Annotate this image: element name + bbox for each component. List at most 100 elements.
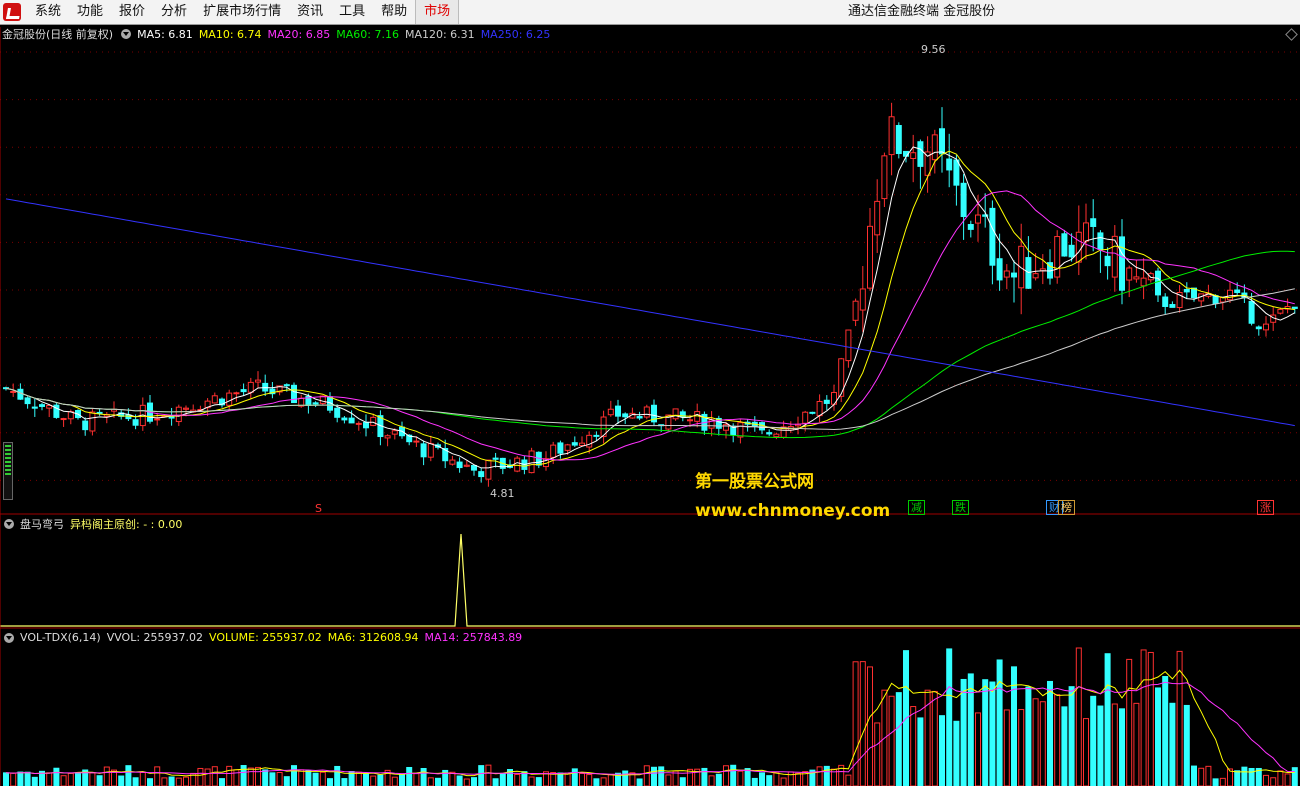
candle-body bbox=[737, 422, 744, 438]
ma-line-10 bbox=[5, 150, 1295, 467]
menu-item-extended-market[interactable]: 扩展市场行情 bbox=[195, 0, 289, 24]
volume-bar bbox=[1176, 650, 1183, 786]
volume-bar bbox=[1263, 774, 1269, 786]
menu-item-quote[interactable]: 报价 bbox=[111, 0, 153, 24]
volume-bar bbox=[1032, 698, 1039, 786]
candle-body bbox=[89, 411, 96, 432]
candle-body bbox=[39, 404, 45, 407]
volume-bar bbox=[759, 772, 765, 786]
candle-body bbox=[816, 401, 823, 417]
tag-reduce[interactable]: 减 bbox=[908, 500, 925, 515]
menu-item-news[interactable]: 资讯 bbox=[289, 0, 331, 24]
candle-body bbox=[823, 399, 830, 404]
volume-bar bbox=[1068, 686, 1075, 786]
candle-body bbox=[341, 417, 348, 421]
volume-bar bbox=[1291, 767, 1298, 786]
volume-bar bbox=[730, 764, 737, 786]
app-logo-icon[interactable] bbox=[3, 3, 21, 21]
candle-body bbox=[766, 432, 773, 435]
volume-bar bbox=[463, 778, 470, 786]
candle-body bbox=[1169, 304, 1176, 308]
candle-body bbox=[888, 116, 895, 156]
menu-item-tools[interactable]: 工具 bbox=[331, 0, 373, 24]
volume-bar bbox=[939, 715, 945, 786]
volume-bar bbox=[456, 775, 463, 786]
watermark-title: 第一股票公式网 bbox=[695, 472, 814, 492]
tag-list[interactable]: 榜 bbox=[1058, 500, 1075, 515]
volume-bar bbox=[651, 766, 657, 786]
volume-bar bbox=[1277, 770, 1284, 786]
volume-bar bbox=[478, 765, 485, 786]
candle-body bbox=[132, 419, 139, 426]
volume-bar bbox=[1119, 708, 1125, 786]
sell-marker: S bbox=[315, 502, 322, 515]
ma20-label: MA20: 6.85 bbox=[267, 27, 331, 41]
watermark-url: www.chnmoney.com bbox=[695, 501, 891, 521]
candle-body bbox=[867, 225, 873, 289]
volume-legend: VOL-TDX(6,14) VVOL: 255937.02 VOLUME: 25… bbox=[2, 631, 528, 644]
volume-bar bbox=[780, 777, 787, 786]
volume-indicator-title[interactable]: VOL-TDX(6,14) bbox=[20, 631, 101, 644]
candle-body bbox=[1162, 296, 1169, 307]
menu-item-market[interactable]: 市场 bbox=[415, 0, 460, 24]
candle-body bbox=[1126, 267, 1133, 281]
tag-rise[interactable]: 涨 bbox=[1257, 500, 1274, 515]
candle-body bbox=[845, 329, 852, 362]
volume-bar bbox=[946, 648, 953, 786]
indicator-name[interactable]: 盘马弯弓 bbox=[20, 516, 64, 532]
volume-bar bbox=[240, 765, 247, 786]
volume-bar bbox=[1248, 767, 1255, 786]
candle-body bbox=[154, 418, 161, 421]
volume-bar bbox=[1212, 778, 1219, 786]
candle-body bbox=[975, 214, 981, 224]
candle-body bbox=[967, 224, 974, 230]
menu-item-function[interactable]: 功能 bbox=[69, 0, 111, 24]
ma60-label: MA60: 7.16 bbox=[336, 27, 399, 41]
volume-bar bbox=[449, 771, 456, 786]
candle-body bbox=[564, 444, 571, 451]
candle-body bbox=[643, 406, 650, 418]
volume-bar bbox=[305, 770, 312, 786]
volume-bar bbox=[535, 777, 542, 786]
price-legend: 金冠股份(日线 前复权) MA5: 6.81 MA10: 6.74 MA20: … bbox=[2, 26, 556, 42]
volume-bar bbox=[46, 772, 53, 786]
dropdown-icon[interactable] bbox=[4, 632, 14, 643]
volume-bar bbox=[319, 771, 326, 786]
volume-bar bbox=[687, 768, 693, 786]
volume-bar bbox=[715, 773, 722, 786]
candle-body bbox=[773, 433, 780, 438]
volume-bar bbox=[60, 775, 67, 786]
menu-item-analysis[interactable]: 分析 bbox=[153, 0, 195, 24]
volume-bar bbox=[593, 778, 600, 786]
candle-body bbox=[917, 141, 924, 167]
ma-line-120 bbox=[5, 288, 1295, 431]
volume-bar bbox=[334, 765, 341, 786]
dropdown-icon[interactable] bbox=[4, 519, 14, 529]
stock-label[interactable]: 金冠股份(日线 前复权) bbox=[2, 26, 113, 42]
volume-bar bbox=[600, 777, 607, 786]
volume-bar bbox=[867, 666, 873, 786]
volume-bar bbox=[291, 765, 297, 786]
volume-bar bbox=[816, 766, 823, 786]
volume-bar bbox=[528, 776, 535, 786]
volume-bar bbox=[89, 772, 96, 786]
candle-body bbox=[1234, 289, 1241, 293]
candle-body bbox=[1090, 218, 1097, 227]
candle-body bbox=[60, 418, 67, 421]
volume-bar bbox=[399, 773, 405, 786]
dropdown-icon[interactable] bbox=[121, 29, 132, 39]
volume-bar bbox=[1169, 702, 1176, 786]
chart-canvas[interactable] bbox=[0, 24, 1300, 786]
volume-bar bbox=[219, 778, 225, 786]
volume-bar bbox=[211, 766, 218, 786]
scroll-handle[interactable] bbox=[3, 442, 13, 500]
tag-fall[interactable]: 跌 bbox=[952, 500, 969, 515]
volume-bar bbox=[1054, 694, 1061, 786]
volume-bar bbox=[139, 771, 146, 786]
candle-body bbox=[1061, 233, 1068, 257]
volume-bar bbox=[363, 773, 369, 786]
volume-bar bbox=[953, 720, 960, 786]
menu-item-system[interactable]: 系统 bbox=[27, 0, 69, 24]
volume-bar bbox=[377, 774, 384, 786]
menu-item-help[interactable]: 帮助 bbox=[373, 0, 415, 24]
